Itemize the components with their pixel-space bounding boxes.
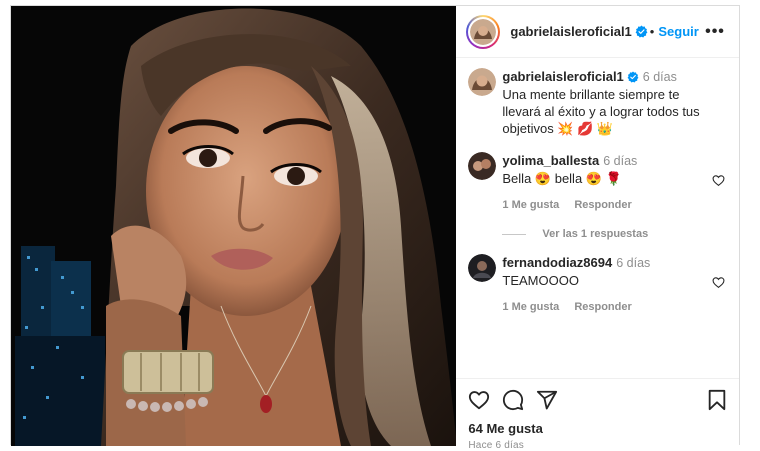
more-options-icon[interactable]: ••• [703,23,727,41]
comment-text: Bella 😍 bella 😍 🌹 [502,171,622,186]
header-separator: • [649,24,655,39]
comment-username[interactable]: yolima_ballesta [502,153,599,168]
commenter-avatar[interactable] [468,152,497,180]
heart-icon[interactable] [712,276,725,289]
author-username[interactable]: gabrielaisleroficial1 [510,24,631,39]
commenter-avatar[interactable] [468,254,497,282]
comment-icon [503,389,524,411]
follow-button[interactable]: Seguir [658,24,698,39]
view-replies-button[interactable]: Ver las 1 respuestas [502,228,727,240]
heart-icon[interactable] [712,174,725,187]
comments-list: gabrielaisleroficial1 6 días Una mente b… [456,58,739,316]
caption-username[interactable]: gabrielaisleroficial1 [502,69,623,84]
comment-item: yolima_ballesta 6 días Bella 😍 bella 😍 🌹 … [468,152,727,214]
verified-badge-icon [627,71,639,83]
comment-meta: 1 Me gusta Responder [502,197,703,214]
likes-count[interactable]: 64 Me gusta [468,421,727,436]
caption-time[interactable]: 6 días [643,70,677,84]
portrait-image [11,6,457,446]
comment-time[interactable]: 6 días [616,256,650,270]
comment-likes[interactable]: 1 Me gusta [502,199,559,211]
share-button[interactable] [536,389,558,411]
author-avatar-image [470,18,497,45]
comment-likes[interactable]: 1 Me gusta [502,301,559,313]
caption-text: Una mente brillante siempre te llevará a… [502,87,700,136]
comment-meta: 1 Me gusta Responder [502,299,703,316]
heart-icon [469,391,490,410]
save-button[interactable] [707,389,727,411]
post-photo[interactable] [11,6,457,446]
caption-avatar[interactable] [468,68,497,96]
action-bar [468,379,727,421]
comment-item: fernandodiaz8694 6 días TEAMOOOO 1 Me gus… [468,254,727,316]
comment-username[interactable]: fernandodiaz8694 [502,255,612,270]
comment-button[interactable] [502,389,524,411]
bookmark-icon [708,389,726,411]
comment-text: TEAMOOOO [502,273,579,288]
share-icon [537,390,558,410]
post-timestamp[interactable]: Hace 6 días [468,440,727,451]
caption: gabrielaisleroficial1 6 días Una mente b… [468,68,727,137]
replies-divider [502,233,527,235]
reply-button[interactable]: Responder [574,301,631,313]
post-footer: 64 Me gusta Hace 6 días [456,378,739,451]
author-avatar[interactable] [466,14,501,49]
post-header: gabrielaisleroficial1 • Seguir ••• [456,6,739,58]
post-dialog: gabrielaisleroficial1 • Seguir ••• gabri… [10,5,740,451]
verified-badge-icon [635,25,648,38]
reply-button[interactable]: Responder [574,199,631,211]
post-side-panel: gabrielaisleroficial1 • Seguir ••• gabri… [456,6,739,451]
view-replies-label: Ver las 1 respuestas [542,228,649,240]
comment-time[interactable]: 6 días [603,154,637,168]
like-button[interactable] [468,389,490,411]
